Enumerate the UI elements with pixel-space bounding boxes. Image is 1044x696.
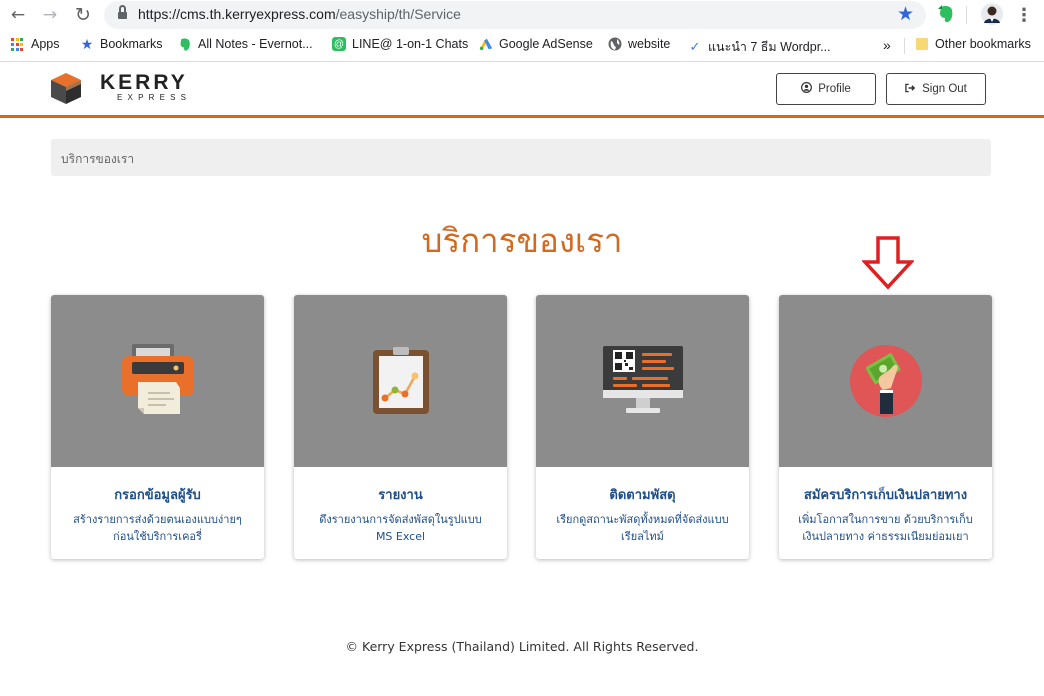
adsense-icon — [479, 37, 493, 51]
bookmark-divider — [904, 38, 905, 54]
annotation-down-arrow-icon — [861, 236, 915, 290]
header-accent-bar — [0, 115, 1044, 118]
bookmark-other[interactable]: Other bookmarks — [915, 37, 1031, 51]
card-description: เรียกดูสถานะพัสดุทั้งหมดที่จัดส่งแบบเรีย… — [556, 513, 729, 543]
card-title: สมัครบริการเก็บเงินปลายทาง — [803, 488, 968, 503]
card-description: เพิ่มโอกาสในการขาย ด้วยบริการเก็บเงินปลา… — [798, 513, 973, 543]
user-circle-icon — [801, 82, 813, 96]
bookmark-apps[interactable]: Apps — [11, 37, 60, 51]
checkmark-icon: ✓ — [689, 39, 701, 54]
star-icon: ★ — [80, 35, 94, 52]
browser-toolbar: ← → ↻ https://cms.th.kerryexpress.com/ea… — [0, 0, 1044, 30]
lock-icon — [118, 5, 127, 20]
service-card-recipient[interactable]: กรอกข้อมูลผู้รับ สร้างรายการส่งด้วยตนเอง… — [51, 295, 264, 559]
evernote-icon — [178, 37, 192, 51]
card-image — [294, 295, 507, 467]
menu-kebab-icon[interactable]: ⋮ — [1012, 3, 1036, 27]
bookmark-website[interactable]: website — [608, 37, 670, 51]
bookmark-overflow-chevron[interactable]: » — [883, 37, 891, 53]
sign-out-button[interactable]: Sign Out — [886, 73, 986, 105]
printer-icon — [121, 344, 194, 414]
line-icon: @ — [332, 37, 346, 51]
sign-out-icon — [905, 83, 916, 96]
kerry-box-logo-icon[interactable] — [50, 72, 82, 105]
card-image — [536, 295, 749, 467]
bookmarks-bar: Apps ★ Bookmarks All Notes - Evernot... … — [0, 30, 1044, 62]
bookmark-wordpress[interactable]: ✓ แนะนำ 7 ธีม Wordpr... — [688, 37, 831, 57]
report-chart-icon — [372, 347, 429, 414]
bookmark-adsense[interactable]: Google AdSense — [479, 37, 593, 51]
card-description: สร้างรายการส่งด้วยตนเองแบบง่ายๆ ก่อนใช้บ… — [73, 513, 242, 543]
service-card-cod[interactable]: สมัครบริการเก็บเงินปลายทาง เพิ่มโอกาสในก… — [779, 295, 992, 559]
monitor-qr-icon — [602, 346, 683, 413]
url-text: https://cms.th.kerryexpress.com/easyship… — [138, 6, 461, 22]
kerry-express-wordmark[interactable]: KERRY EXPRESS — [100, 72, 191, 103]
service-card-tracking[interactable]: ติดตามพัสดุ เรียกดูสถานะพัสดุทั้งหมดที่จ… — [536, 295, 749, 559]
apps-grid-icon — [11, 37, 25, 51]
profile-button[interactable]: Profile — [776, 73, 876, 105]
footer-copyright: © Kerry Express (Thailand) Limited. All … — [345, 639, 699, 654]
reload-icon[interactable]: ↻ — [71, 3, 95, 27]
bookmark-bookmarks[interactable]: ★ Bookmarks — [80, 35, 163, 52]
card-image — [51, 295, 264, 467]
card-title: กรอกข้อมูลผู้รับ — [114, 488, 201, 503]
card-image — [779, 295, 992, 467]
globe-icon — [608, 37, 622, 51]
breadcrumb: บริการของเรา — [51, 139, 991, 176]
folder-icon — [915, 37, 929, 51]
site-header: KERRY EXPRESS Profile Sign Out — [0, 62, 1044, 115]
forward-arrow-icon[interactable]: → — [38, 3, 62, 27]
toolbar-divider — [966, 6, 967, 24]
bookmark-evernote[interactable]: All Notes - Evernot... — [178, 37, 313, 51]
service-card-report[interactable]: รายงาน ดึงรายงานการจัดส่งพัสดุในรูปแบบ M… — [294, 295, 507, 559]
profile-avatar-icon[interactable] — [981, 3, 1003, 29]
bookmark-star-icon[interactable]: ★ — [897, 3, 914, 25]
bookmark-line[interactable]: @ LINE@ 1-on-1 Chats — [332, 37, 468, 51]
card-title: ติดตามพัสดุ — [609, 488, 676, 503]
evernote-icon[interactable] — [937, 4, 955, 28]
back-arrow-icon[interactable]: ← — [6, 3, 30, 27]
address-bar[interactable]: https://cms.th.kerryexpress.com/easyship… — [104, 1, 926, 29]
card-title: รายงาน — [378, 488, 423, 503]
card-description: ดึงรายงานการจัดส่งพัสดุในรูปแบบ MS Excel — [319, 513, 482, 543]
cash-hand-icon — [849, 345, 922, 417]
